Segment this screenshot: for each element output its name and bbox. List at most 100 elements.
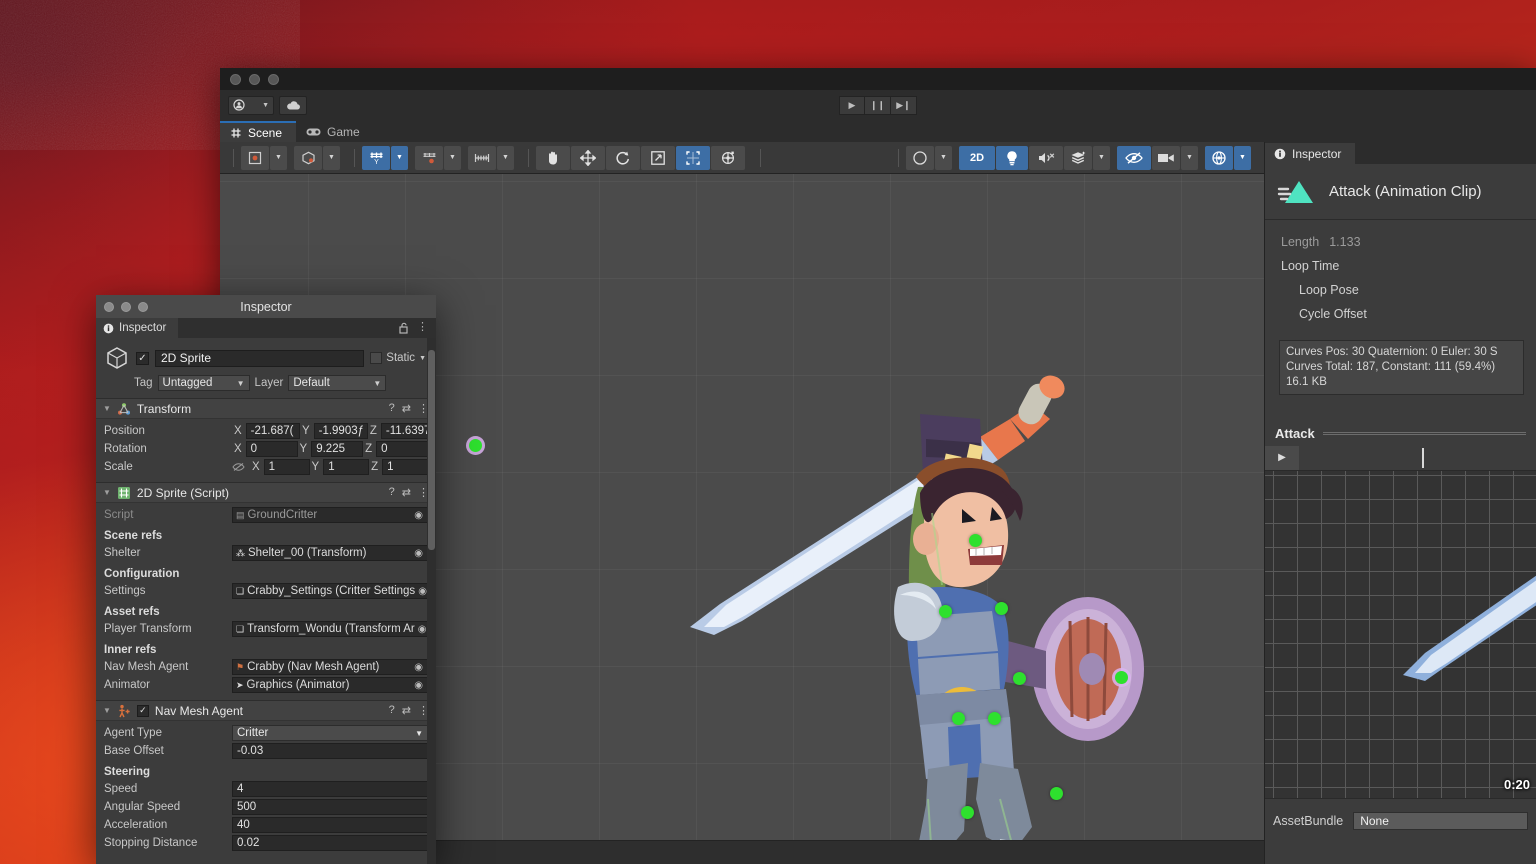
position-x-field[interactable]: -21.687( <box>246 423 300 439</box>
gizmos-arrow[interactable]: ▼ <box>1234 146 1251 170</box>
move-tool[interactable] <box>571 146 605 170</box>
object-picker-icon[interactable]: ◉ <box>414 680 425 691</box>
nav-mesh-agent-enabled-checkbox[interactable]: ✓ <box>137 705 149 717</box>
grid-snap-dropdown[interactable]: ▼ <box>391 146 408 170</box>
play-button[interactable]: ▶ <box>839 96 865 115</box>
player-transform-object-field[interactable]: ❏ Transform_Wondu (Transform Ar ◉ <box>232 621 428 637</box>
angular-speed-field[interactable]: 500 <box>232 799 428 815</box>
2d-toggle[interactable]: 2D <box>959 146 995 170</box>
bone-handle-neck[interactable] <box>969 534 982 547</box>
bone-handle-arm[interactable] <box>1013 672 1026 685</box>
bone-handle-knee-l[interactable] <box>961 806 974 819</box>
lock-open-icon[interactable] <box>398 322 409 334</box>
window-minimize-button[interactable] <box>249 74 260 85</box>
component-header-transform[interactable]: ▼ Transform ? ⇄ ⋮ <box>96 398 436 419</box>
shelter-object-field[interactable]: ⁂ Shelter_00 (Transform) ◉ <box>232 545 428 561</box>
chevron-down-icon[interactable]: ▼ <box>419 355 426 362</box>
speed-field[interactable]: 4 <box>232 781 428 797</box>
hand-tool[interactable] <box>536 146 570 170</box>
transform-tool[interactable] <box>711 146 745 170</box>
preview-playhead[interactable] <box>1422 448 1424 468</box>
vertex-snap-toggle[interactable] <box>415 146 443 170</box>
static-toggle-group[interactable]: Static ▼ <box>370 352 426 364</box>
bone-handle-shield[interactable] <box>1115 671 1128 684</box>
agent-type-dropdown[interactable]: Critter ▼ <box>232 725 428 741</box>
bone-handle-shoulder-r[interactable] <box>995 602 1008 615</box>
base-offset-field[interactable]: -0.03 <box>232 743 428 759</box>
tab-game[interactable]: Game <box>296 121 374 142</box>
bone-handle-root[interactable] <box>469 439 482 452</box>
bone-handle-knee-r[interactable] <box>1050 787 1063 800</box>
preset-icon[interactable]: ⇄ <box>402 486 411 499</box>
preset-icon[interactable]: ⇄ <box>402 402 411 415</box>
component-header-2d-sprite-script[interactable]: ▼ 2D Sprite (Script) ? ⇄ ⋮ <box>96 482 436 503</box>
preview-play-button[interactable]: ▶ <box>1265 446 1299 470</box>
scene-camera-arrow[interactable]: ▼ <box>1181 146 1198 170</box>
grid-snap-toggle[interactable]: Y <box>362 146 390 170</box>
gameobject-name-field[interactable]: 2D Sprite <box>155 350 364 367</box>
gizmos-dropdown[interactable] <box>1205 146 1233 170</box>
fx-dropdown[interactable] <box>1064 146 1092 170</box>
rect-tool[interactable] <box>676 146 710 170</box>
position-y-field[interactable]: -1.9903ƒ <box>314 423 368 439</box>
rotation-z-field[interactable]: 0 <box>376 441 428 457</box>
scale-y-field[interactable]: 1 <box>323 459 369 475</box>
local-global-dropdown[interactable]: ▼ <box>323 146 340 170</box>
pause-button[interactable]: ❙❙ <box>865 96 891 115</box>
tab-inspector-right[interactable]: Inspector <box>1265 143 1355 164</box>
foldout-arrow-icon[interactable]: ▼ <box>103 488 111 497</box>
assetbundle-dropdown[interactable]: None <box>1353 812 1528 830</box>
tag-dropdown[interactable]: Untagged ▼ <box>158 375 250 391</box>
clip-property-cycle-offset[interactable]: Cycle Offset <box>1281 302 1536 326</box>
scene-lighting-toggle[interactable] <box>996 146 1028 170</box>
pivot-center-toggle[interactable] <box>241 146 269 170</box>
fx-arrow[interactable]: ▼ <box>1093 146 1110 170</box>
rotate-tool[interactable] <box>606 146 640 170</box>
grid-size-dropdown[interactable]: ▼ <box>497 146 514 170</box>
scale-z-field[interactable]: 1 <box>382 459 428 475</box>
bone-handle-shoulder-l[interactable] <box>939 605 952 618</box>
foldout-arrow-icon[interactable]: ▼ <box>103 706 111 715</box>
draw-mode-dropdown[interactable] <box>906 146 934 170</box>
account-dropdown[interactable]: ▼ <box>228 96 274 115</box>
draw-mode-arrow[interactable]: ▼ <box>935 146 952 170</box>
scene-camera-dropdown[interactable] <box>1152 146 1180 170</box>
animator-object-field[interactable]: ➤ Graphics (Animator) ◉ <box>232 677 428 693</box>
step-button[interactable]: ▶❙ <box>891 96 917 115</box>
window-close-button[interactable] <box>230 74 241 85</box>
link-off-icon[interactable] <box>232 462 250 472</box>
nav-mesh-agent-object-field[interactable]: ⚑ Crabby (Nav Mesh Agent) ◉ <box>232 659 428 675</box>
local-global-toggle[interactable] <box>294 146 322 170</box>
settings-object-field[interactable]: ❏ Crabby_Settings (Critter Settings ◉ <box>232 583 428 599</box>
floating-inspector-titlebar[interactable]: Inspector <box>96 295 436 318</box>
window-maximize-button[interactable] <box>268 74 279 85</box>
help-icon[interactable]: ? <box>389 486 395 499</box>
audio-toggle[interactable] <box>1029 146 1063 170</box>
layer-dropdown[interactable]: Default ▼ <box>288 375 386 391</box>
hidden-objects-toggle[interactable] <box>1117 146 1151 170</box>
preset-icon[interactable]: ⇄ <box>402 704 411 717</box>
script-object-field[interactable]: ▤ GroundCritter ◉ <box>232 507 428 523</box>
inspector-scrollbar-thumb[interactable] <box>428 350 435 550</box>
object-picker-icon[interactable]: ◉ <box>414 510 425 521</box>
bone-handle-hip-l[interactable] <box>952 712 965 725</box>
pivot-center-dropdown[interactable]: ▼ <box>270 146 287 170</box>
tab-scene[interactable]: Scene <box>220 121 296 142</box>
inspector-scrollbar[interactable] <box>427 338 436 864</box>
static-checkbox[interactable] <box>370 352 382 364</box>
scale-x-field[interactable]: 1 <box>264 459 310 475</box>
window-titlebar[interactable] <box>220 68 1536 90</box>
animation-preview-stage[interactable]: 0:20 <box>1265 471 1536 798</box>
help-icon[interactable]: ? <box>389 704 395 717</box>
component-header-nav-mesh-agent[interactable]: ▼ ✓ Nav Mesh Agent ? ⇄ ⋮ <box>96 700 436 721</box>
stopping-distance-field[interactable]: 0.02 <box>232 835 428 851</box>
bone-handle-hip-r[interactable] <box>988 712 1001 725</box>
foldout-arrow-icon[interactable]: ▼ <box>103 404 111 413</box>
rotation-y-field[interactable]: 9.225 <box>311 441 363 457</box>
tab-inspector-floating[interactable]: Inspector <box>96 318 178 338</box>
vertex-snap-dropdown[interactable]: ▼ <box>444 146 461 170</box>
object-picker-icon[interactable]: ◉ <box>414 662 425 673</box>
gameobject-enabled-checkbox[interactable]: ✓ <box>136 352 149 365</box>
clip-property-loop-pose[interactable]: Loop Pose <box>1281 278 1536 302</box>
help-icon[interactable]: ? <box>389 402 395 415</box>
